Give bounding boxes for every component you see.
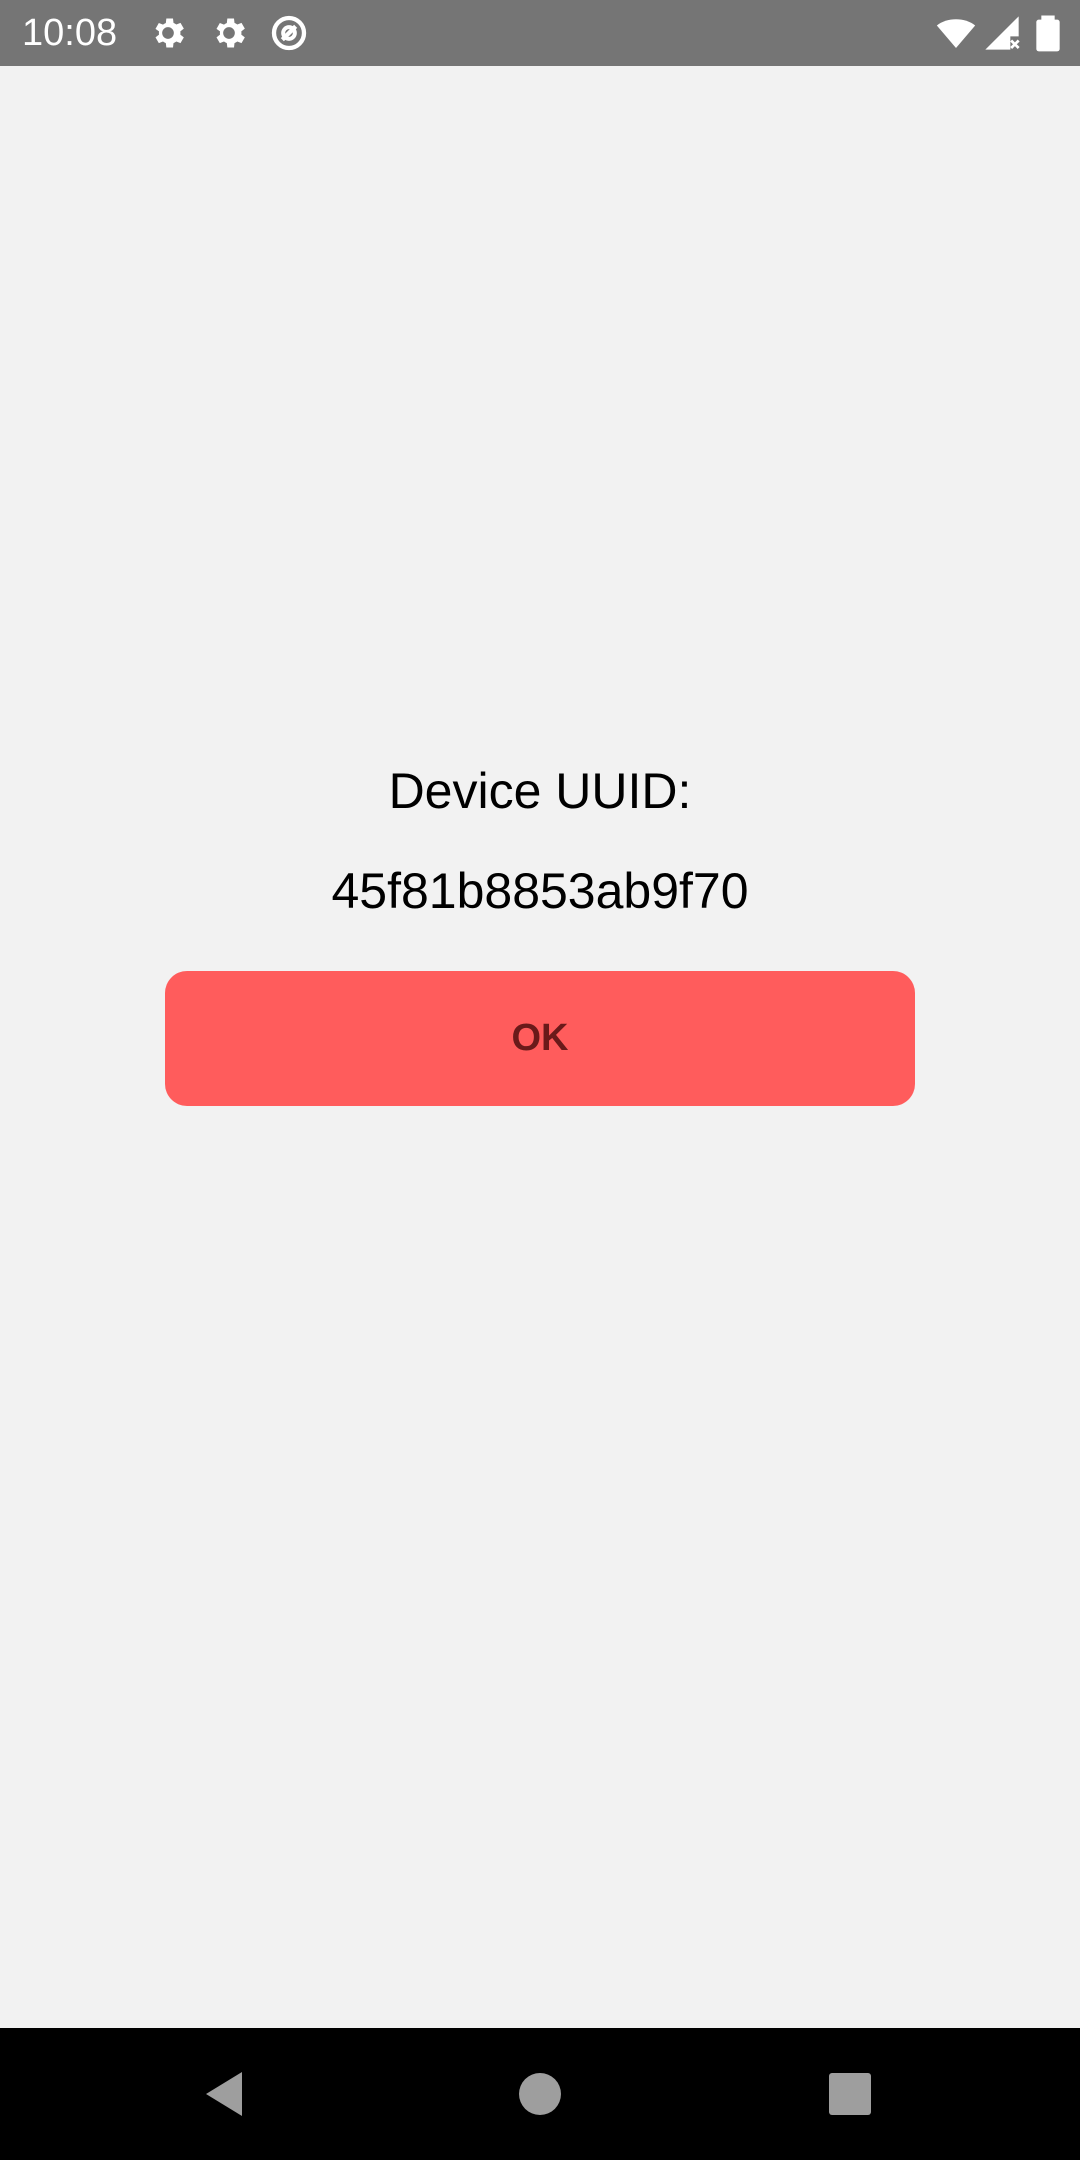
home-icon[interactable] xyxy=(510,2064,570,2124)
data-saver-icon xyxy=(269,13,309,53)
navigation-bar xyxy=(0,2028,1080,2160)
status-time: 10:08 xyxy=(22,12,118,54)
recents-icon[interactable] xyxy=(820,2064,880,2124)
signal-icon xyxy=(982,13,1022,53)
wifi-icon xyxy=(936,13,976,53)
screen: 10:08 Device UUID: 45f81b8853ab9f70 OK xyxy=(0,0,1080,2160)
settings-icon xyxy=(209,13,249,53)
settings-icon xyxy=(148,13,188,53)
back-icon[interactable] xyxy=(196,2064,256,2124)
uuid-title: Device UUID: xyxy=(388,763,692,819)
uuid-value: 45f81b8853ab9f70 xyxy=(331,863,749,919)
battery-icon xyxy=(1028,13,1068,53)
ok-button[interactable]: OK xyxy=(165,971,915,1106)
status-bar: 10:08 xyxy=(0,0,1080,66)
